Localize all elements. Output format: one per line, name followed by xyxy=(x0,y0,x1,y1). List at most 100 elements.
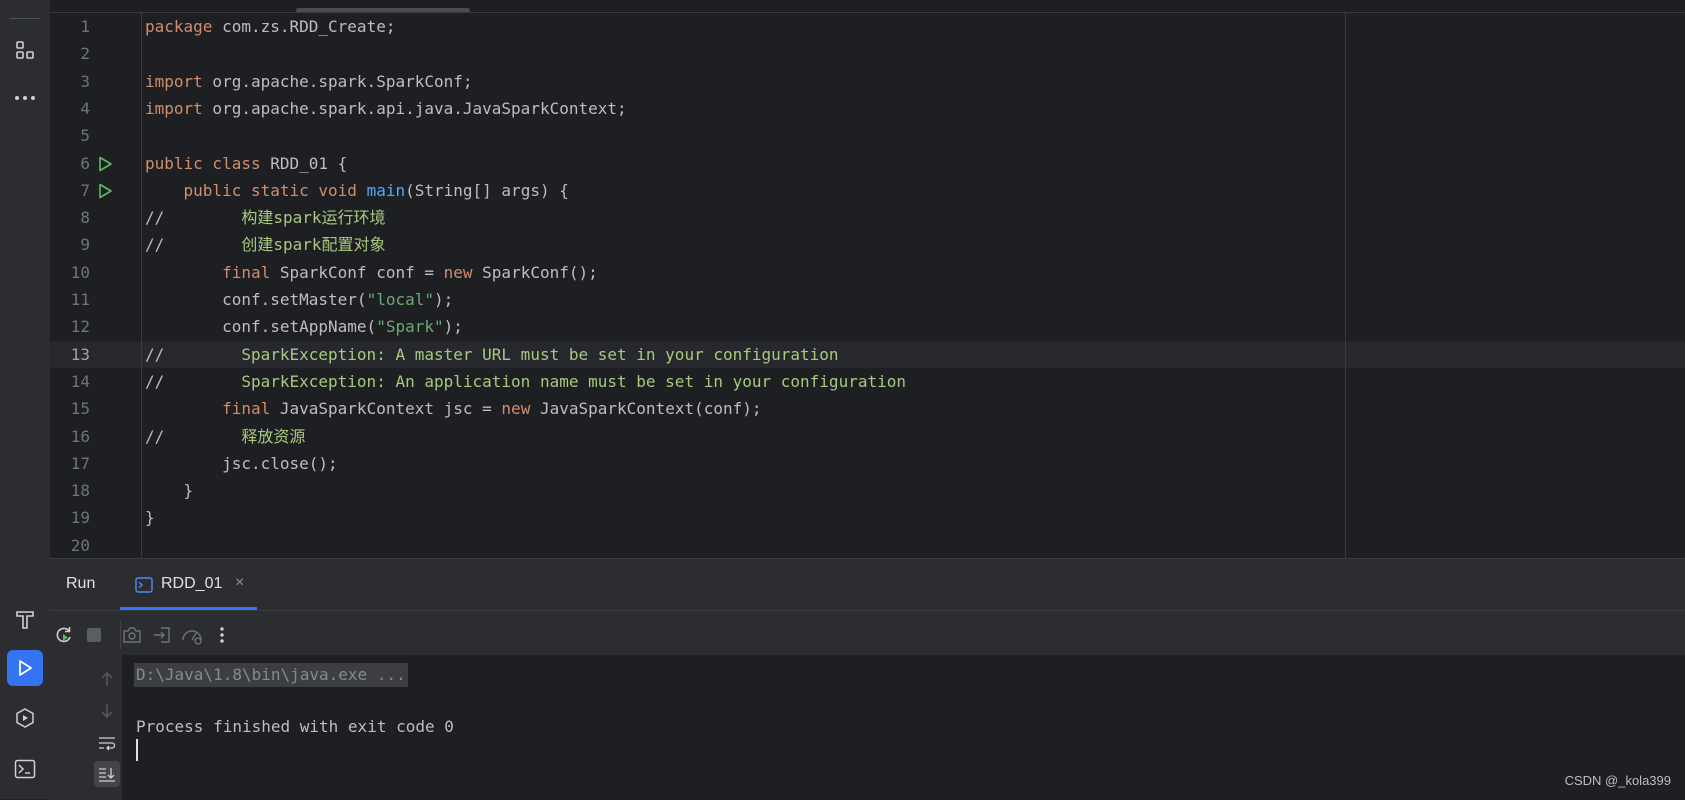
more-options-icon[interactable] xyxy=(210,623,234,647)
code-line[interactable]: 17 jsc.close(); xyxy=(50,450,1685,477)
code-text: conf.setAppName("Spark"); xyxy=(145,313,463,340)
code-token: ); xyxy=(434,290,454,309)
code-token: main xyxy=(366,180,406,200)
code-line[interactable]: 10 final SparkConf conf = new SparkConf(… xyxy=(50,259,1685,286)
line-number: 19 xyxy=(70,508,90,528)
code-line[interactable]: 15 final JavaSparkContext jsc = new Java… xyxy=(50,395,1685,422)
code-token: } xyxy=(145,508,155,528)
code-token: new xyxy=(501,399,531,419)
console-tab-icon xyxy=(135,577,153,598)
code-editor[interactable]: 1 package com.zs.RDD_Create; 2 3 import org.… xyxy=(50,0,1685,558)
line-number: 13 xyxy=(70,344,90,364)
line-number: 6 xyxy=(80,153,90,173)
code-token: SparkConf(); xyxy=(472,262,598,282)
code-token: SparkException: An application name must… xyxy=(164,371,906,391)
strip-divider xyxy=(10,18,40,19)
rerun-icon[interactable] xyxy=(52,623,76,647)
code-text: // SparkException: A master URL must be … xyxy=(145,341,839,368)
restore-layout-icon[interactable] xyxy=(150,623,174,647)
line-number: 16 xyxy=(70,426,90,446)
code-line[interactable]: 8 // 构建spark运行环境 xyxy=(50,204,1685,231)
line-number: 12 xyxy=(70,317,90,337)
code-text: import org.apache.spark.api.java.JavaSpa… xyxy=(145,95,627,122)
code-token: (String[] args) { xyxy=(405,180,569,200)
run-panel-title: Run xyxy=(66,575,96,592)
scroll-down-icon[interactable] xyxy=(94,698,120,724)
code-token: JavaSparkContext(conf); xyxy=(530,399,762,419)
code-text: final JavaSparkContext jsc = new JavaSpa… xyxy=(145,395,762,422)
text-caret xyxy=(136,739,138,761)
run-tool-icon[interactable] xyxy=(7,650,43,686)
line-number: 17 xyxy=(70,453,90,473)
code-token: 创建spark配置对象 xyxy=(164,235,386,255)
stop-icon[interactable] xyxy=(82,623,106,647)
code-text: final SparkConf conf = new SparkConf(); xyxy=(145,259,598,286)
code-token: com.zs.RDD_Create; xyxy=(212,17,396,36)
code-line[interactable]: 16 // 释放资源 xyxy=(50,423,1685,450)
code-text: jsc.close(); xyxy=(145,450,338,477)
code-line[interactable]: 9 // 创建spark配置对象 xyxy=(50,231,1685,258)
code-text: import org.apache.spark.SparkConf; xyxy=(145,68,473,95)
build-hammer-icon[interactable] xyxy=(7,601,43,637)
structure-icon[interactable] xyxy=(7,32,43,68)
profiler-icon[interactable] xyxy=(180,623,204,647)
line-number: 14 xyxy=(70,371,90,391)
right-margin-guide xyxy=(1345,13,1346,558)
code-line[interactable]: 5 xyxy=(50,122,1685,149)
code-line[interactable]: 1 package com.zs.RDD_Create; xyxy=(50,13,1685,40)
code-line[interactable]: 19} xyxy=(50,504,1685,531)
code-line[interactable]: 4 import org.apache.spark.api.java.JavaSp… xyxy=(50,95,1685,122)
line-number: 9 xyxy=(80,235,90,255)
code-token: conf.setMaster( xyxy=(145,290,367,309)
code-token: RDD_01 { xyxy=(260,153,348,173)
code-line[interactable]: 6 public class RDD_01 { xyxy=(50,150,1685,177)
run-gutter-icon[interactable] xyxy=(97,156,113,172)
code-text: public class RDD_01 { xyxy=(145,150,347,177)
code-token: org.apache.spark.SparkConf; xyxy=(202,71,473,91)
more-icon[interactable] xyxy=(7,80,43,116)
console-output[interactable]: D:\Java\1.8\bin\java.exe ... Process fin… xyxy=(90,655,1685,800)
code-token: final xyxy=(222,262,271,282)
scroll-up-icon[interactable] xyxy=(94,666,120,692)
code-line[interactable]: 20 xyxy=(50,532,1685,558)
code-line[interactable]: 12 conf.setAppName("Spark"); xyxy=(50,313,1685,340)
code-token: 释放资源 xyxy=(164,426,306,446)
line-number: 5 xyxy=(80,126,90,146)
code-line[interactable]: 3 import org.apache.spark.SparkConf; xyxy=(50,68,1685,95)
code-line[interactable]: 7 public static void main(String[] args)… xyxy=(50,177,1685,204)
line-number: 4 xyxy=(80,98,90,118)
left-tool-strip xyxy=(0,0,51,799)
line-number: 10 xyxy=(70,262,90,282)
code-token: // xyxy=(145,235,165,255)
services-icon[interactable] xyxy=(7,700,43,736)
scroll-to-end-icon[interactable] xyxy=(94,761,120,787)
code-token: ); xyxy=(443,317,463,337)
code-token: // xyxy=(145,426,165,446)
code-line[interactable]: 13 // SparkException: A master URL must b… xyxy=(50,340,1685,368)
gutter-separator xyxy=(141,13,142,558)
code-line[interactable]: 14 // SparkException: An application name… xyxy=(50,368,1685,395)
code-token: final xyxy=(222,399,271,419)
code-text: // 创建spark配置对象 xyxy=(145,231,386,258)
code-line[interactable]: 11 conf.setMaster("local"); xyxy=(50,286,1685,313)
console-exit-message: Process finished with exit code 0 xyxy=(136,717,454,736)
code-token: } xyxy=(145,481,194,501)
line-number: 18 xyxy=(70,481,90,501)
camera-icon[interactable] xyxy=(120,623,144,647)
run-gutter-icon[interactable] xyxy=(97,183,113,199)
code-line[interactable]: 2 xyxy=(50,40,1685,67)
code-token: jsc.close(); xyxy=(145,453,338,473)
code-line[interactable]: 18 } xyxy=(50,477,1685,504)
code-token: "Spark" xyxy=(376,317,444,337)
console-command-line[interactable]: D:\Java\1.8\bin\java.exe ... xyxy=(134,663,408,687)
tab-rdd-01[interactable]: RDD_01 × xyxy=(120,559,257,610)
soft-wrap-icon[interactable] xyxy=(94,730,120,756)
code-token: SparkConf conf = xyxy=(270,262,444,282)
code-token: JavaSparkContext jsc = xyxy=(270,399,502,419)
terminal-icon[interactable] xyxy=(7,751,43,787)
close-icon[interactable]: × xyxy=(235,574,244,592)
code-text: } xyxy=(145,477,194,504)
